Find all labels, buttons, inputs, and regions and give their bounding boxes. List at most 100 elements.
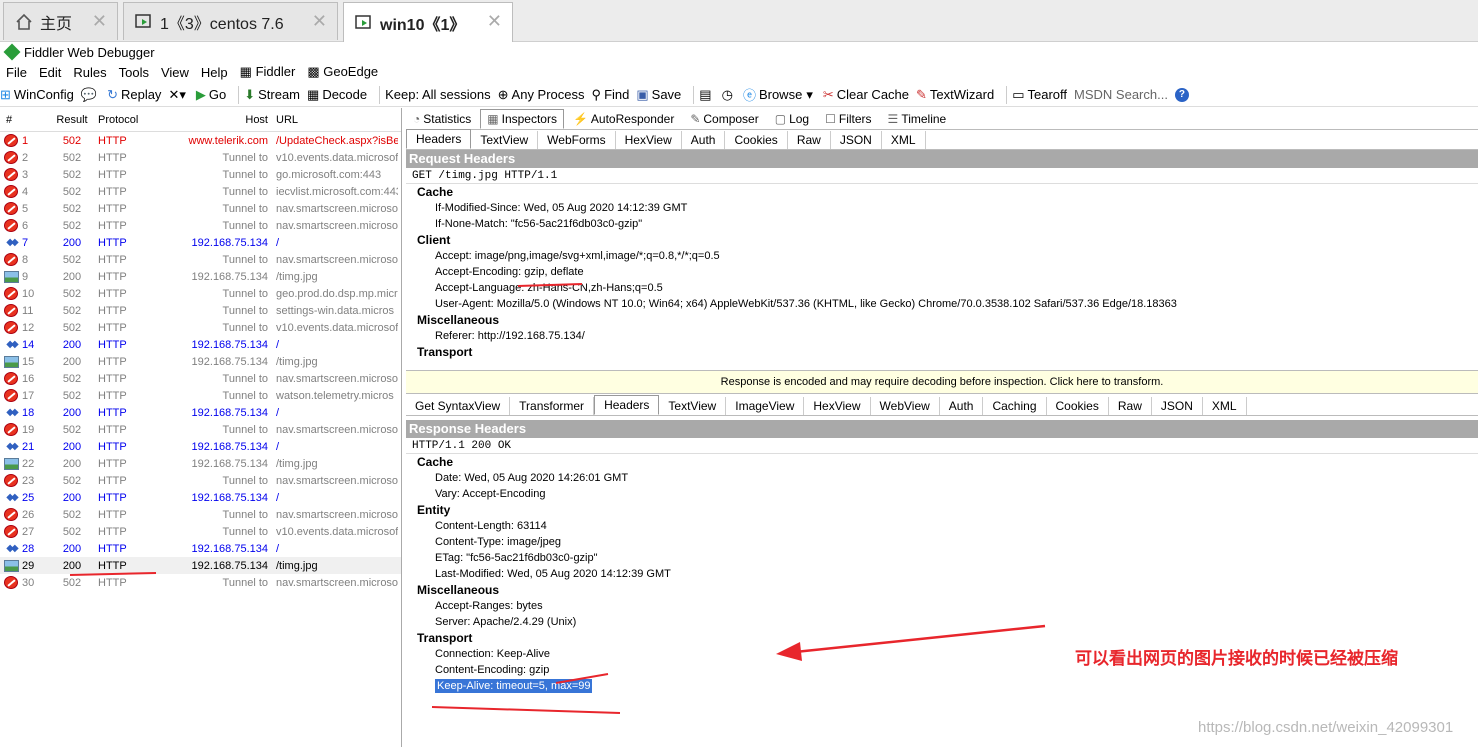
header-line[interactable]: Accept: image/png,image/svg+xml,image/*;… [406,248,1478,264]
view-tab-auth[interactable]: Auth [682,131,726,149]
col-result[interactable]: Result [52,114,92,126]
view-tab-textview[interactable]: TextView [471,131,539,149]
view-tab-headers[interactable]: Headers [406,129,472,149]
header-line[interactable]: Keep-Alive: timeout=5, max=99 [406,678,1478,694]
menu-help[interactable]: Help [199,65,230,80]
view-tab-get-syntaxview[interactable]: Get SyntaxView [406,397,511,415]
view-tab-json[interactable]: JSON [831,131,882,149]
session-row[interactable]: 30 502 HTTP Tunnel to nav.smartscreen.micros… [0,574,401,591]
session-row[interactable]: 6 502 HTTP Tunnel to nav.smartscreen.microso [0,217,401,234]
view-tab-auth[interactable]: Auth [940,397,984,415]
header-group-title[interactable]: Cache [406,454,1478,470]
view-tab-imageview[interactable]: ImageView [726,397,805,415]
header-line[interactable]: Last-Modified: Wed, 05 Aug 2020 14:12:39… [406,566,1478,582]
menu-view[interactable]: View [159,65,191,80]
session-row[interactable]: 4 502 HTTP Tunnel to iecvlist.microsoft.com:… [0,183,401,200]
session-row[interactable]: 12 502 HTTP Tunnel to v10.events.data.micros… [0,319,401,336]
session-row[interactable]: ◆◆ 18 200 HTTP 192.168.75.134 / [0,404,401,421]
view-tab-webforms[interactable]: WebForms [538,131,616,149]
session-row[interactable]: 15 200 HTTP 192.168.75.134/timg.jpg [0,353,401,370]
view-tab-hexview[interactable]: HexView [804,397,871,415]
stream-button[interactable]: ⬇ Stream [244,87,300,103]
close-icon[interactable]: ✕ [312,11,327,32]
session-row[interactable]: 1 502 HTTP www.telerik.com/UpdateCheck.aspx… [0,132,401,149]
tab-inspectors[interactable]: ▦ Inspectors [480,109,564,129]
session-row[interactable]: ◆◆ 25 200 HTTP 192.168.75.134 / [0,489,401,506]
session-row[interactable]: 22 200 HTTP 192.168.75.134/timg.jpg [0,455,401,472]
view-tab-raw[interactable]: Raw [788,131,831,149]
session-row[interactable]: 23 502 HTTP Tunnel to nav.smartscreen.micros… [0,472,401,489]
session-row[interactable]: 9 200 HTTP 192.168.75.134/timg.jpg [0,268,401,285]
header-group-title[interactable]: Miscellaneous [406,582,1478,598]
header-line[interactable]: Referer: http://192.168.75.134/ [406,328,1478,344]
comment-button[interactable]: 💬 [81,87,100,103]
header-group-title[interactable]: Miscellaneous [406,312,1478,328]
header-group-title[interactable]: Cache [406,184,1478,200]
replay-button[interactable]: ↻ Replay [107,87,161,103]
clear-cache-button[interactable]: ✂ Clear Cache [823,87,909,103]
header-line[interactable]: If-None-Match: "fc56-5ac21f6db03c0-gzip" [406,216,1478,232]
view-tab-textview[interactable]: TextView [659,397,727,415]
session-row[interactable]: 29 200 HTTP 192.168.75.134/timg.jpg [0,557,401,574]
session-row[interactable]: 16 502 HTTP Tunnel to nav.smartscreen.micros… [0,370,401,387]
textwizard-button[interactable]: ✎ TextWizard [916,87,994,103]
tab-log[interactable]: ▢ Log [768,109,816,129]
screenshot-button[interactable]: ▤ [699,87,714,103]
view-tab-cookies[interactable]: Cookies [1047,397,1109,415]
header-line[interactable]: Content-Length: 63114 [406,518,1478,534]
view-tab-xml[interactable]: XML [1203,397,1247,415]
view-tab-json[interactable]: JSON [1152,397,1203,415]
session-row[interactable]: ◆◆ 28 200 HTTP 192.168.75.134 / [0,540,401,557]
session-row[interactable]: 3 502 HTTP Tunnel to go.microsoft.com:443 [0,166,401,183]
tab-autoresponder[interactable]: ⚡ AutoResponder [566,109,681,129]
tab-timeline[interactable]: ☰ Timeline [881,109,954,129]
col-protocol[interactable]: Protocol [92,114,144,126]
header-line[interactable]: User-Agent: Mozilla/5.0 (Windows NT 10.0… [406,296,1478,312]
keep-sessions-dropdown[interactable]: Keep: All sessions [385,87,491,102]
go-button[interactable]: ▶ Go [196,87,226,103]
host-tab-home[interactable]: 主页 ✕ [3,2,118,40]
header-group-title[interactable]: Transport [406,344,1478,360]
session-row[interactable]: ◆◆ 7 200 HTTP 192.168.75.134 / [0,234,401,251]
save-button[interactable]: ▣ Save [636,87,681,103]
menu-edit[interactable]: Edit [37,65,63,80]
menu-geoedge[interactable]: ▩ GeoEdge [305,64,380,80]
view-tab-headers[interactable]: Headers [594,395,660,415]
session-row[interactable]: 5 502 HTTP Tunnel to nav.smartscreen.microso [0,200,401,217]
header-line[interactable]: Accept-Encoding: gzip, deflate [406,264,1478,280]
view-tab-transformer[interactable]: Transformer [510,397,595,415]
session-row[interactable]: ◆◆ 21 200 HTTP 192.168.75.134 / [0,438,401,455]
col-url[interactable]: URL [268,114,398,126]
view-tab-xml[interactable]: XML [882,131,926,149]
session-row[interactable]: ◆◆ 14 200 HTTP 192.168.75.134 / [0,336,401,353]
tearoff-button[interactable]: ▭ Tearoff [1012,87,1067,103]
any-process-button[interactable]: ⊕ Any Process [498,87,585,103]
header-group-title[interactable]: Client [406,232,1478,248]
decode-button[interactable]: ▦ Decode [307,87,367,103]
session-row[interactable]: 8 502 HTTP Tunnel to nav.smartscreen.microso [0,251,401,268]
header-line[interactable]: If-Modified-Since: Wed, 05 Aug 2020 14:1… [406,200,1478,216]
header-line[interactable]: Accept-Language: zh-Hans-CN,zh-Hans;q=0.… [406,280,1478,296]
view-tab-caching[interactable]: Caching [983,397,1047,415]
view-tab-hexview[interactable]: HexView [616,131,682,149]
menu-fiddler[interactable]: ▦ Fiddler [238,64,298,80]
header-line[interactable]: Accept-Ranges: bytes [406,598,1478,614]
menu-rules[interactable]: Rules [71,65,108,80]
host-tab-centos[interactable]: 1《3》centos 7.6 ✕ [123,2,338,40]
timer-button[interactable]: ◷ [722,87,736,103]
msdn-search-input[interactable]: MSDN Search... [1074,87,1168,102]
header-group-title[interactable]: Entity [406,502,1478,518]
winconfig-button[interactable]: ⊞ WinConfig [0,87,74,103]
menu-tools[interactable]: Tools [117,65,151,80]
close-icon[interactable]: ✕ [487,11,502,32]
session-row[interactable]: 26 502 HTTP Tunnel to nav.smartscreen.micros… [0,506,401,523]
view-tab-raw[interactable]: Raw [1109,397,1152,415]
host-tab-win10[interactable]: win10《1》 ✕ [343,2,513,42]
menu-file[interactable]: File [4,65,29,80]
header-line[interactable]: Server: Apache/2.4.29 (Unix) [406,614,1478,630]
view-tab-webview[interactable]: WebView [871,397,940,415]
tab-statistics[interactable]: ◔ Statistics [406,109,478,129]
session-row[interactable]: 19 502 HTTP Tunnel to nav.smartscreen.micros… [0,421,401,438]
col-host[interactable]: Host [144,114,268,126]
view-tab-cookies[interactable]: Cookies [725,131,788,149]
